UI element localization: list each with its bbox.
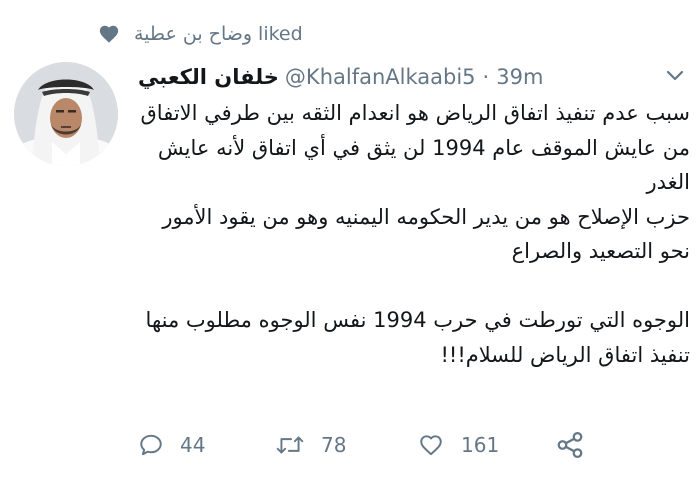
- tweet-paragraph: الوجوه التي تورطت في حرب 1994 نفس الوجوه…: [145, 308, 690, 367]
- reply-button[interactable]: 44: [138, 428, 205, 462]
- reply-icon: [140, 434, 162, 456]
- tweet-paragraph: حزب الإصلاح هو من يدير الحكومه اليمنيه و…: [162, 204, 690, 264]
- retweet-icon: [276, 436, 304, 454]
- heart-icon: [99, 25, 119, 43]
- avatar-image: [14, 62, 118, 166]
- like-button[interactable]: 161: [417, 428, 499, 462]
- share-icon: [557, 432, 583, 458]
- tweet-text: سبب عدم تنفيذ اتفاق الرياض هو انعدام الث…: [138, 96, 691, 372]
- avatar[interactable]: [14, 62, 118, 166]
- heart-outline-icon: [420, 435, 442, 456]
- tweet-paragraph: سبب عدم تنفيذ اتفاق الرياض هو انعدام الث…: [140, 101, 691, 125]
- tweet-actions: 44 78 161: [138, 428, 598, 462]
- tweet-paragraph: من عايش الموقف عام 1994 لن يثق في أي اتف…: [157, 135, 690, 195]
- tweet-timestamp[interactable]: 39m: [496, 65, 543, 89]
- author-handle[interactable]: @KhalfanAlkaabi5: [285, 65, 476, 89]
- liked-label: liked: [258, 23, 303, 45]
- author-name[interactable]: خلفان الكعبي: [138, 65, 279, 89]
- header-separator: ·: [482, 65, 490, 89]
- retweet-button[interactable]: 78: [275, 428, 346, 462]
- retweet-count: 78: [321, 433, 347, 457]
- social-context: وضاح بن عطية liked: [98, 20, 303, 48]
- liker-name[interactable]: وضاح بن عطية: [134, 23, 252, 45]
- share-button[interactable]: [555, 428, 585, 462]
- chevron-down-icon[interactable]: [666, 69, 684, 83]
- reply-count: 44: [180, 433, 206, 457]
- tweet-header: خلفان الكعبي @KhalfanAlkaabi5 · 39m: [138, 60, 543, 94]
- like-count: 161: [461, 433, 500, 457]
